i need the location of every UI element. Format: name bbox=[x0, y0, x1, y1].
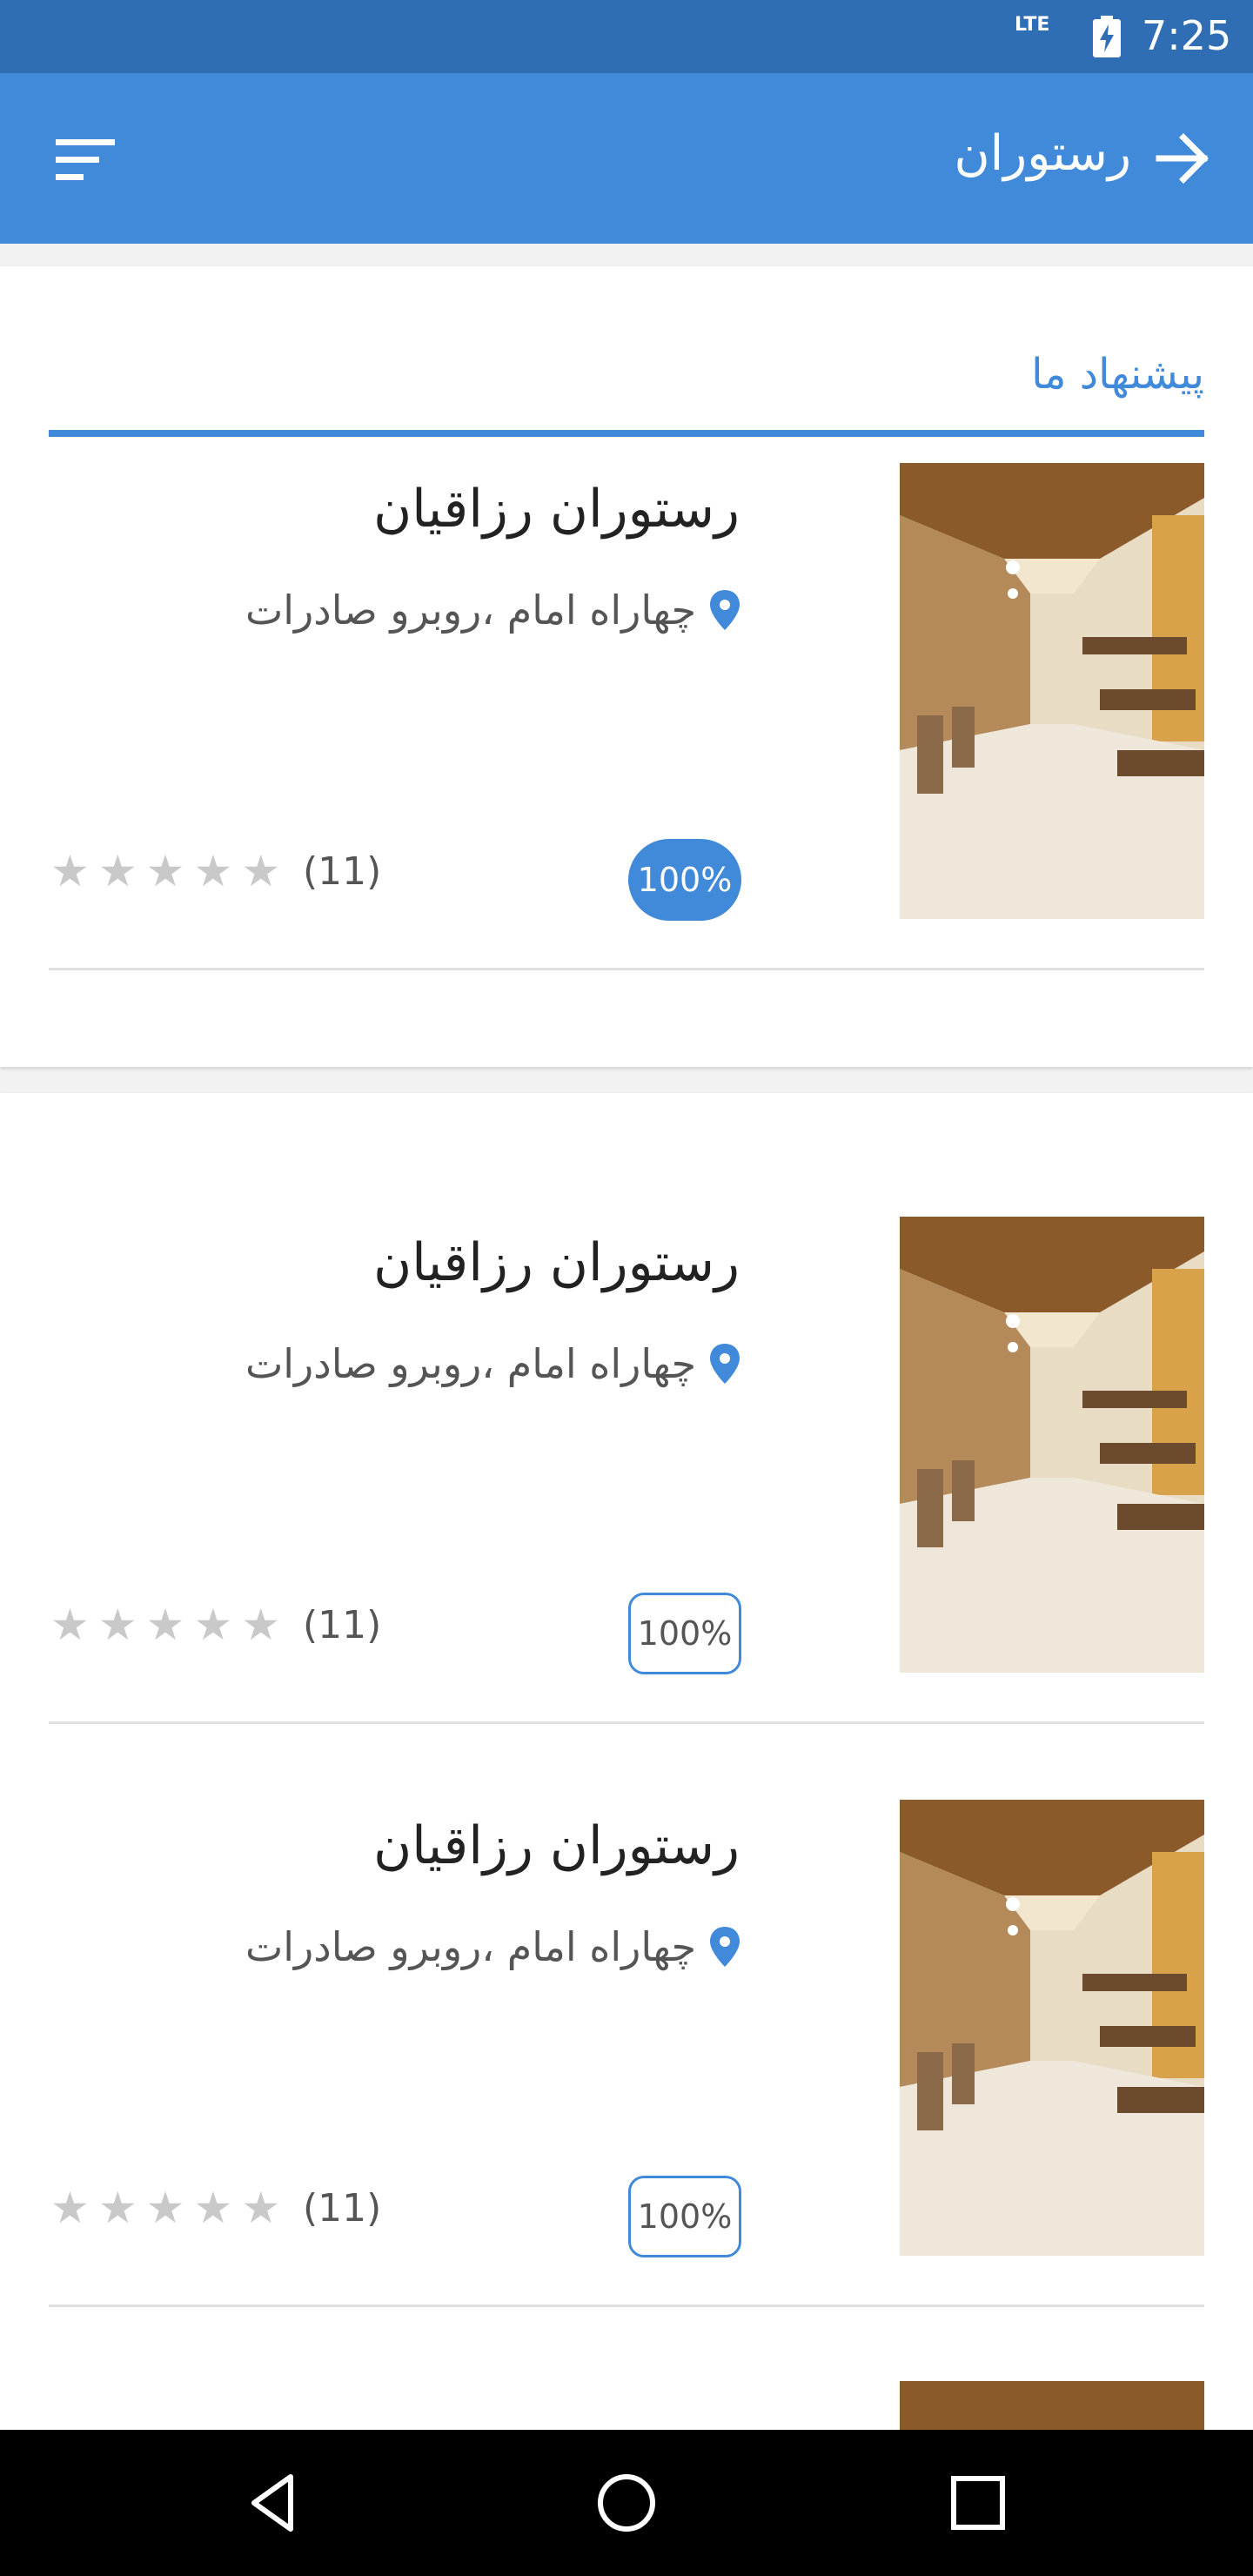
restaurant-name: رستوران رزاقیان bbox=[373, 1232, 740, 1293]
item-divider bbox=[49, 2304, 1204, 2307]
item-divider bbox=[49, 968, 1204, 970]
star-icon: ★ bbox=[241, 1600, 281, 1650]
home-circle-icon[interactable] bbox=[592, 2468, 661, 2538]
restaurant-photo bbox=[900, 1800, 1204, 2256]
restaurant-item[interactable]: رستوران رزاقیان چهاراه امام ،روبرو صادرا… bbox=[0, 1800, 1253, 2301]
star-icon: ★ bbox=[145, 846, 185, 896]
restaurant-address: چهاراه امام ،روبرو صادرات bbox=[245, 587, 740, 634]
app-bar: رستوران bbox=[0, 73, 1253, 244]
section-underline bbox=[49, 430, 1204, 437]
star-rating[interactable]: ★ ★ ★ ★ ★ bbox=[50, 1603, 280, 1647]
star-icon: ★ bbox=[193, 846, 233, 896]
location-pin-icon bbox=[710, 590, 740, 630]
location-pin-icon bbox=[710, 1344, 740, 1384]
clock: 7:25 bbox=[1142, 12, 1232, 59]
restaurant-name: رستوران رزاقیان bbox=[373, 479, 740, 540]
restaurant-item-partial[interactable] bbox=[0, 2381, 1253, 2433]
star-icon: ★ bbox=[145, 1600, 185, 1650]
status-bar: LTE 7:25 bbox=[0, 0, 1253, 73]
arrow-right-icon[interactable] bbox=[1156, 131, 1211, 186]
sort-menu-icon[interactable] bbox=[56, 136, 118, 184]
featured-card: پیشنهاد ما رستوران رزاقیان چهاراه امام ،… bbox=[0, 266, 1253, 1067]
star-icon: ★ bbox=[193, 1600, 233, 1650]
back-triangle-icon[interactable] bbox=[240, 2468, 310, 2538]
star-icon: ★ bbox=[241, 2183, 281, 2233]
item-divider bbox=[49, 1721, 1204, 1724]
page-title: رستوران bbox=[954, 125, 1131, 182]
battery-charging-icon bbox=[1093, 16, 1121, 57]
location-pin-icon bbox=[710, 1927, 740, 1967]
network-indicator: LTE bbox=[1015, 14, 1050, 36]
restaurant-name: رستوران رزاقیان bbox=[373, 1815, 740, 1876]
restaurant-item[interactable]: رستوران رزاقیان چهاراه امام ،روبرو صادرا… bbox=[0, 463, 1253, 964]
rating-count: (11) bbox=[303, 1603, 382, 1647]
match-badge: 100% bbox=[628, 1593, 741, 1674]
star-icon: ★ bbox=[97, 2183, 137, 2233]
address-text: چهاراه امام ،روبرو صادرات bbox=[245, 1923, 696, 1970]
restaurant-item[interactable]: رستوران رزاقیان چهاراه امام ،روبرو صادرا… bbox=[0, 1217, 1253, 1718]
restaurant-address: چهاراه امام ،روبرو صادرات bbox=[245, 1340, 740, 1387]
star-rating[interactable]: ★ ★ ★ ★ ★ bbox=[50, 2186, 280, 2230]
match-badge: 100% bbox=[628, 2176, 741, 2257]
star-icon: ★ bbox=[97, 1600, 137, 1650]
restaurant-photo bbox=[900, 1217, 1204, 1673]
system-nav-bar bbox=[0, 2430, 1253, 2576]
star-rating[interactable]: ★ ★ ★ ★ ★ bbox=[50, 849, 280, 893]
star-icon: ★ bbox=[145, 2183, 185, 2233]
address-text: چهاراه امام ،روبرو صادرات bbox=[245, 587, 696, 634]
recents-square-icon[interactable] bbox=[943, 2468, 1013, 2538]
star-icon: ★ bbox=[50, 846, 90, 896]
rating-count: (11) bbox=[303, 2186, 382, 2231]
restaurant-photo bbox=[900, 463, 1204, 919]
address-text: چهاراه امام ،روبرو صادرات bbox=[245, 1340, 696, 1387]
section-title: پیشنهاد ما bbox=[1031, 350, 1204, 399]
rating-count: (11) bbox=[303, 849, 382, 894]
match-badge: 100% bbox=[628, 839, 741, 921]
star-icon: ★ bbox=[193, 2183, 233, 2233]
star-icon: ★ bbox=[97, 846, 137, 896]
restaurant-address: چهاراه امام ،روبرو صادرات bbox=[245, 1923, 740, 1970]
star-icon: ★ bbox=[241, 846, 281, 896]
star-icon: ★ bbox=[50, 1600, 90, 1650]
restaurant-photo bbox=[900, 2381, 1204, 2433]
restaurant-list-card: رستوران رزاقیان چهاراه امام ،روبرو صادرا… bbox=[0, 1093, 1253, 2573]
star-icon: ★ bbox=[50, 2183, 90, 2233]
